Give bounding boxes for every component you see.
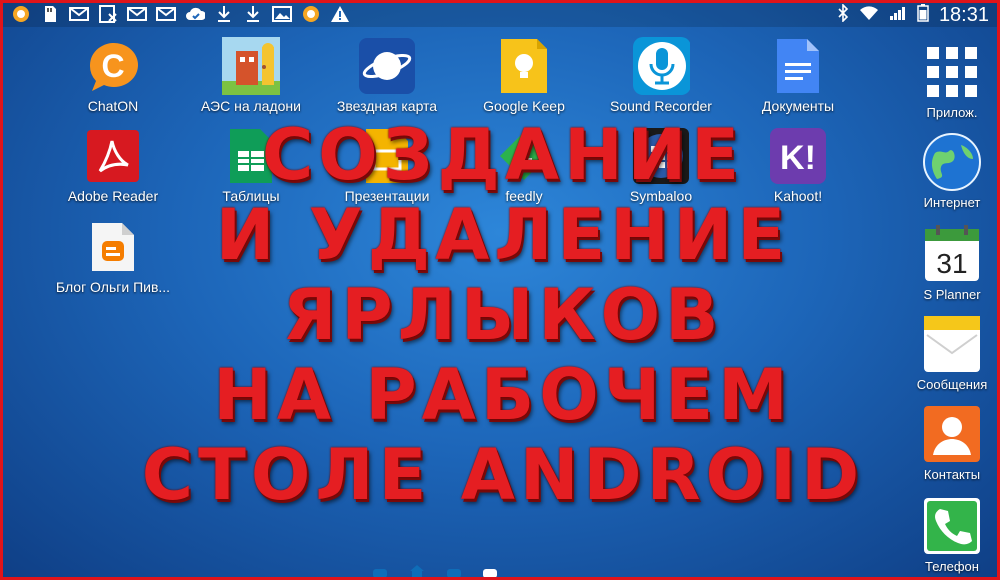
app-label: АЭС на ладони <box>201 98 301 114</box>
aes-app-icon <box>222 37 280 95</box>
globe-icon <box>921 131 983 193</box>
app-sound-recorder[interactable]: Sound Recorder <box>591 37 731 114</box>
overlay-line: СОЗДАНИЕ <box>261 114 745 196</box>
calendar-day: 31 <box>936 248 967 279</box>
apps-grid-icon <box>921 41 983 103</box>
warning-icon <box>330 5 350 23</box>
dock-internet[interactable]: Интернет <box>905 131 997 210</box>
gallery-icon <box>272 5 292 23</box>
messages-icon <box>921 313 983 375</box>
star-map-icon <box>358 37 416 95</box>
dock-apps-drawer[interactable]: Прилож. <box>905 41 997 120</box>
system-status: 18:31 <box>837 3 989 27</box>
app-google-keep[interactable]: Google Keep <box>454 37 594 114</box>
app-label: Sound Recorder <box>610 98 712 114</box>
page-dot[interactable] <box>373 569 387 577</box>
page-indicator[interactable] <box>373 564 497 577</box>
notification-orange-icon <box>11 5 31 23</box>
email-icon <box>156 5 176 23</box>
overlay-line: ЯРЛЫКОВ <box>282 274 724 356</box>
overlay-title: СОЗДАНИЕ И УДАЛЕНИЕ ЯРЛЫКОВ НА РАБОЧЕМ С… <box>103 115 903 515</box>
email-icon <box>69 5 89 23</box>
dock-label: Сообщения <box>916 377 988 392</box>
app-star-map[interactable]: Звездная карта <box>317 37 457 114</box>
overlay-line: НА РАБОЧЕМ <box>213 354 793 436</box>
google-keep-icon <box>495 37 553 95</box>
clock: 18:31 <box>938 3 989 26</box>
sd-card-icon <box>40 5 60 23</box>
phone-icon <box>921 495 983 557</box>
svg-text:C: C <box>101 48 124 84</box>
dock-label: S Planner <box>923 287 981 302</box>
email-icon <box>127 5 147 23</box>
app-documents[interactable]: Документы <box>728 37 868 114</box>
battery-icon <box>917 3 929 27</box>
microphone-icon <box>632 37 690 95</box>
wifi-icon <box>859 5 879 26</box>
signal-icon <box>889 5 907 26</box>
notification-icons[interactable] <box>11 5 350 23</box>
app-aes[interactable]: АЭС на ладони <box>181 37 321 114</box>
bluetooth-icon <box>837 3 849 27</box>
home-page-icon[interactable] <box>409 564 425 577</box>
app-label: ChatON <box>87 98 139 114</box>
dock-label: Телефон <box>925 559 979 574</box>
dock-label: Прилож. <box>926 105 978 120</box>
status-bar: 18:31 <box>3 3 997 27</box>
dock-phone[interactable]: Телефон <box>905 495 997 574</box>
home-screen: 18:31 C ChatON АЭС на ладони Звездная ка… <box>0 0 1000 580</box>
download-icon <box>243 5 263 23</box>
app-label: Документы <box>761 98 835 114</box>
dock-contacts[interactable]: Контакты <box>905 403 997 482</box>
contacts-icon <box>921 403 983 465</box>
app-label: Google Keep <box>483 98 565 114</box>
app-chaton[interactable]: C ChatON <box>43 37 183 114</box>
page-dot[interactable] <box>447 569 461 577</box>
docs-icon <box>769 37 827 95</box>
cloud-sync-icon <box>185 5 205 23</box>
dock-s-planner[interactable]: 31 S Planner <box>905 223 997 302</box>
calendar-icon: 31 <box>921 223 983 285</box>
overlay-line: СТОЛЕ ANDROID <box>141 434 865 516</box>
dock-label: Контакты <box>923 467 981 482</box>
email-blocked-icon <box>98 5 118 23</box>
download-icon <box>214 5 234 23</box>
dock-label: Интернет <box>923 195 981 210</box>
page-dot-active[interactable] <box>483 569 497 577</box>
app-label: Звездная карта <box>336 98 438 114</box>
chaton-icon: C <box>84 37 142 95</box>
notification-orange-icon <box>301 5 321 23</box>
overlay-line: И УДАЛЕНИЕ <box>215 194 791 276</box>
dock-messages[interactable]: Сообщения <box>905 313 997 392</box>
